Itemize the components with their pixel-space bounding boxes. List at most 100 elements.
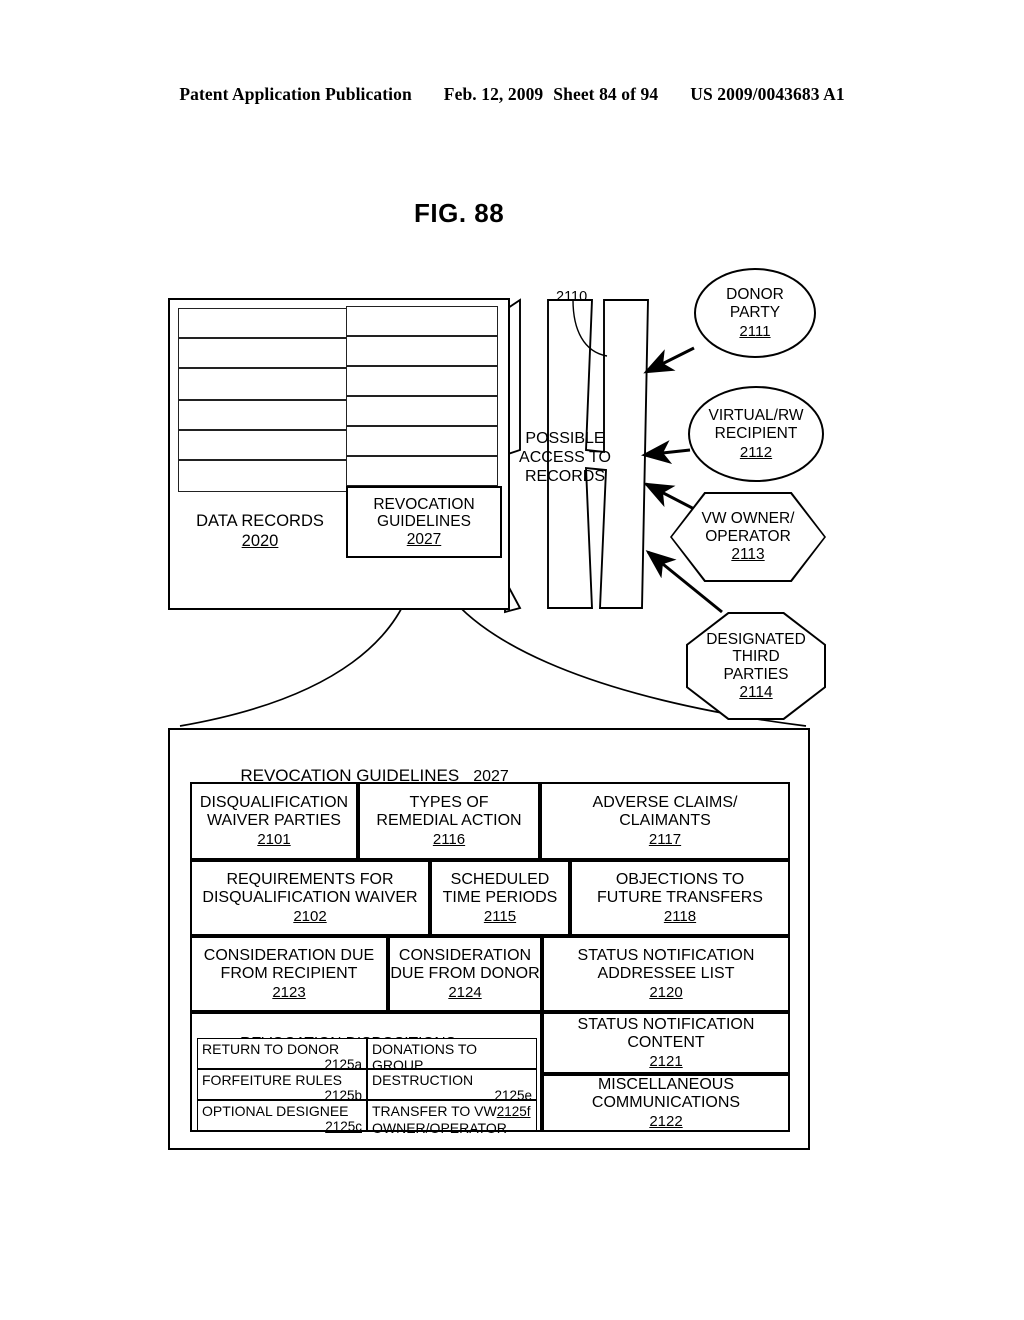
- revocation-guidelines-node: REVOCATION GUIDELINES 2027: [346, 486, 502, 558]
- c2117-line1: ADVERSE CLAIMS/: [592, 794, 738, 812]
- data-record-row: [346, 396, 498, 426]
- document-number: US 2009/0043683 A1: [690, 84, 845, 104]
- data-record-row: [346, 426, 498, 456]
- data-record-row: [346, 336, 498, 366]
- c2116-line2: REMEDIAL ACTION: [376, 812, 522, 830]
- c2101-line2: WAIVER PARTIES: [207, 812, 341, 830]
- c2118-ref: 2118: [663, 907, 697, 925]
- subcell-return-to-donor: RETURN TO DONOR 2125a: [197, 1038, 367, 1072]
- access-line2: ACCESS TO: [519, 448, 611, 466]
- sc-c-ref: 2125c: [325, 1119, 362, 1135]
- access-line1: POSSIBLE: [525, 430, 605, 447]
- cell-objections-to-future-transfers: OBJECTIONS TO FUTURE TRANSFERS 2118: [570, 860, 790, 936]
- virtual-rw-recipient-node: VIRTUAL/RW RECIPIENT 2112: [688, 386, 824, 482]
- c2121-line1: STATUS NOTIFICATION: [577, 1016, 755, 1034]
- c2124-ref: 2124: [448, 983, 482, 1001]
- subcell-optional-designee: OPTIONAL DESIGNEE 2125c: [197, 1100, 367, 1134]
- data-record-row: [178, 430, 348, 460]
- c2124-line2: DUE FROM DONOR: [390, 965, 540, 983]
- subcell-destruction: DESTRUCTION 2125e: [367, 1069, 537, 1103]
- data-records-ref: 2020: [241, 531, 279, 550]
- arrow-recipient-to-access: [641, 440, 691, 465]
- data-record-row: [178, 368, 348, 400]
- patent-figure-page: Patent Application Publication Feb. 12, …: [0, 0, 1024, 1320]
- c2115-line1: SCHEDULED: [450, 871, 550, 889]
- c2117-ref: 2117: [648, 830, 682, 848]
- c2117-line2: CLAIMANTS: [619, 812, 711, 830]
- access-ref-label: 2110: [556, 289, 588, 305]
- subcell-transfer-to-vw-owner-operator: TRANSFER TO VW2125f OWNER/OPERATOR: [367, 1100, 537, 1136]
- sheet-number: Sheet 84 of 94: [553, 84, 659, 104]
- access-line3: RECORDS: [524, 467, 605, 485]
- possible-access-label: POSSIBLE ACCESS TO RECORDS: [510, 430, 620, 487]
- publication-header: Patent Application Publication Feb. 12, …: [0, 84, 1024, 105]
- third-parties-ref: 2114: [739, 683, 773, 701]
- c2120-line2: ADDRESSEE LIST: [597, 965, 735, 983]
- data-record-row: [178, 308, 348, 338]
- revocation-guidelines-line1: REVOCATION: [373, 495, 475, 513]
- c2118-line1: OBJECTIONS TO: [615, 871, 745, 889]
- revocation-guidelines-line2: GUIDELINES: [377, 513, 471, 531]
- c2102-line2: DISQUALIFICATION WAIVER: [202, 889, 418, 907]
- arrow-donor-to-access: [643, 346, 695, 374]
- c2115-line2: TIME PERIODS: [442, 889, 558, 907]
- cell-scheduled-time-periods: SCHEDULED TIME PERIODS 2115: [430, 860, 570, 936]
- c2118-line2: FUTURE TRANSFERS: [597, 889, 763, 907]
- data-records-text: DATA RECORDS: [196, 512, 324, 530]
- cell-miscellaneous-communications: MISCELLANEOUS COMMUNICATIONS 2122: [542, 1074, 790, 1132]
- sc-b-label: FORFEITURE RULES: [202, 1072, 343, 1088]
- vw-owner-operator-node: VW OWNER/ OPERATOR 2113: [670, 492, 826, 582]
- designated-third-parties-label: DESIGNATED THIRD PARTIES 2114: [686, 612, 826, 720]
- cell-types-of-remedial-action: TYPES OF REMEDIAL ACTION 2116: [358, 782, 540, 860]
- c2101-ref: 2101: [257, 830, 291, 848]
- c2122-line1: MISCELLANEOUS: [597, 1076, 735, 1094]
- recipient-ref: 2112: [739, 443, 773, 461]
- subcell-forfeiture-rules: FORFEITURE RULES 2125b: [197, 1069, 367, 1103]
- c2102-ref: 2102: [293, 907, 327, 925]
- third-parties-line1: DESIGNATED: [706, 630, 806, 648]
- sc-c-label: OPTIONAL DESIGNEE: [202, 1103, 349, 1119]
- vw-owner-operator-label: VW OWNER/ OPERATOR 2113: [670, 492, 826, 582]
- sc-a-label: RETURN TO DONOR: [202, 1041, 340, 1057]
- third-parties-line3: PARTIES: [723, 666, 789, 683]
- sc-e-label: DESTRUCTION: [372, 1072, 474, 1088]
- donor-party-line1: DONOR: [726, 286, 784, 304]
- cell-consideration-due-from-recipient: CONSIDERATION DUE FROM RECIPIENT 2123: [190, 936, 388, 1012]
- third-parties-line2: THIRD: [732, 648, 780, 666]
- data-record-row: [346, 366, 498, 396]
- c2123-ref: 2123: [272, 983, 306, 1001]
- cell-consideration-due-from-donor: CONSIDERATION DUE FROM DONOR 2124: [388, 936, 542, 1012]
- c2123-line1: CONSIDERATION DUE: [203, 947, 375, 965]
- c2121-line2: CONTENT: [627, 1034, 705, 1052]
- dispositions-subgrid: RETURN TO DONOR 2125a FORFEITURE RULES 2…: [197, 1038, 537, 1136]
- designated-third-parties-node: DESIGNATED THIRD PARTIES 2114: [686, 612, 826, 720]
- c2102-line1: REQUIREMENTS FOR: [226, 871, 394, 889]
- revocation-guidelines-ref: 2027: [406, 530, 442, 548]
- data-records-label: DATA RECORDS 2020: [176, 512, 344, 552]
- donor-party-line2: PARTY: [729, 303, 781, 321]
- data-records-box: REVOCATION GUIDELINES 2027 DATA RECORDS …: [168, 298, 510, 610]
- cell-requirements-for-disqualification-waiver: REQUIREMENTS FOR DISQUALIFICATION WAIVER…: [190, 860, 430, 936]
- publication-title: Patent Application Publication: [179, 84, 412, 104]
- cell-status-notification-content: STATUS NOTIFICATION CONTENT 2121: [542, 1012, 790, 1074]
- sc-f-label2: OWNER/OPERATOR: [372, 1119, 507, 1136]
- c2123-line2: FROM RECIPIENT: [220, 965, 358, 983]
- c2116-ref: 2116: [432, 830, 466, 848]
- vw-owner-line1: VW OWNER/: [701, 510, 795, 528]
- c2122-line2: COMMUNICATIONS: [591, 1094, 741, 1112]
- publication-date: Feb. 12, 2009: [443, 84, 544, 104]
- recipient-line1: VIRTUAL/RW: [708, 407, 804, 425]
- cell-revocation-dispositions: REVOCATION DISPOSITIONS:2125 RETURN TO D…: [190, 1012, 542, 1136]
- c2115-ref: 2115: [483, 907, 517, 925]
- data-record-row: [346, 456, 498, 486]
- c2116-line1: TYPES OF: [409, 794, 489, 812]
- donor-party-ref: 2111: [739, 322, 771, 340]
- guidelines-grid: DISQUALIFICATION WAIVER PARTIES 2101 TYP…: [190, 782, 790, 1136]
- c2121-ref: 2121: [649, 1052, 683, 1070]
- cell-disqualification-waiver-parties: DISQUALIFICATION WAIVER PARTIES 2101: [190, 782, 358, 860]
- data-record-row: [178, 400, 348, 430]
- data-record-row: [178, 460, 348, 492]
- figure-title: FIG. 88: [414, 198, 505, 228]
- c2124-line1: CONSIDERATION: [398, 947, 532, 965]
- c2122-ref: 2122: [649, 1112, 683, 1130]
